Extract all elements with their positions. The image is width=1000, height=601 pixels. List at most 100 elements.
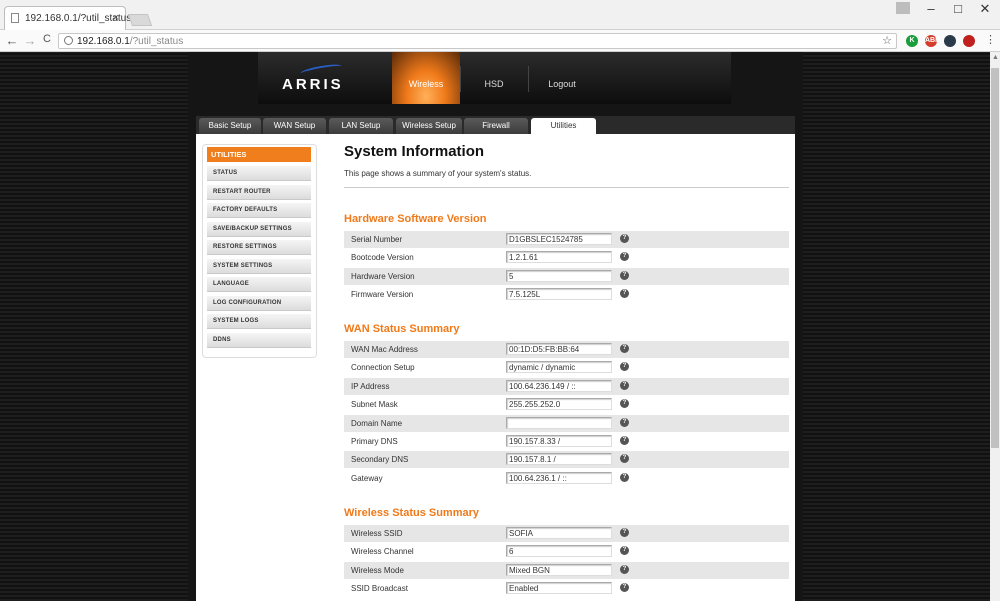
info-icon[interactable]	[64, 36, 73, 45]
info-row: IP Address 100.64.236.149 / ::?	[344, 377, 789, 395]
info-label: Serial Number	[351, 235, 403, 244]
info-row: Serial Number D1GBSLEC1524785?	[344, 231, 789, 248]
sidebar-item-language[interactable]: LANGUAGE	[207, 277, 311, 292]
close-tab-icon[interactable]: ×	[113, 12, 119, 24]
help-icon[interactable]: ?	[620, 270, 629, 280]
forward-button[interactable]: →	[22, 33, 38, 48]
page-scrollbar[interactable]: ▲	[990, 52, 1000, 601]
sidebar-item-restore-settings[interactable]: RESTORE SETTINGS	[207, 240, 311, 255]
info-row: Subnet Mask 255.255.252.0?	[344, 396, 789, 413]
info-value-field: 190.157.8.33 /	[506, 435, 612, 447]
tab-wireless-setup[interactable]: Wireless Setup	[396, 118, 462, 134]
sidebar-item-log-configuration[interactable]: LOG CONFIGURATION	[207, 295, 311, 311]
nav-hsd[interactable]: HSD	[460, 52, 528, 104]
url-text[interactable]: 192.168.0.1/?util_status	[77, 36, 183, 47]
scroll-up-icon[interactable]: ▲	[992, 54, 999, 61]
sidebar-item-factory-defaults[interactable]: FACTORY DEFAULTS	[207, 203, 311, 218]
section-title: Hardware Software Version	[344, 213, 487, 225]
sidebar-item-save-backup-settings[interactable]: SAVE/BACKUP SETTINGS	[207, 221, 311, 237]
background-pattern-right	[803, 52, 990, 601]
back-button[interactable]: ←	[4, 33, 20, 48]
section-title: WAN Status Summary	[344, 323, 460, 335]
info-label: Wireless Mode	[351, 565, 404, 575]
help-icon[interactable]: ?	[620, 583, 629, 593]
sidebar-item-ddns[interactable]: DDNS	[207, 332, 311, 348]
nav-wireless[interactable]: Wireless	[392, 52, 460, 104]
sidebar-item-restart-router[interactable]: RESTART ROUTER	[207, 184, 311, 200]
info-label: Subnet Mask	[351, 400, 398, 410]
browser-titlebar: 192.168.0.1/?util_status × – □ ✕	[0, 0, 1000, 30]
help-icon[interactable]: ?	[620, 564, 629, 574]
close-window-button[interactable]: ✕	[970, 0, 1000, 20]
info-label: Domain Name	[351, 418, 403, 428]
info-value-field: 6	[506, 545, 612, 558]
content-panel: UTILITIES STATUS RESTART ROUTER FACTORY DE…	[196, 134, 795, 601]
info-value-field: 190.157.8.1 /	[506, 453, 612, 466]
browser-toolbar: ← → C 192.168.0.1/?util_status ☆	[0, 30, 1000, 52]
sidebar-item-status[interactable]: STATUS	[207, 166, 311, 181]
info-value-field: D1GBSLEC1524785	[506, 233, 612, 245]
help-icon[interactable]: ?	[620, 417, 629, 427]
address-bar[interactable]: 192.168.0.1/?util_status ☆	[58, 33, 897, 49]
info-label: Gateway	[351, 473, 383, 483]
info-value-field: 100.64.236.1 / ::	[506, 471, 612, 484]
help-icon[interactable]: ?	[620, 252, 629, 262]
info-row: Wireless Mode Mixed BGN?	[344, 561, 789, 579]
tab-firewall[interactable]: Firewall	[464, 118, 528, 134]
help-icon[interactable]: ?	[620, 546, 629, 556]
page-icon	[11, 13, 19, 23]
info-label: Primary DNS	[351, 437, 398, 446]
info-row: Bootcode Version 1.2.1.61?	[344, 249, 789, 266]
info-label: Secondary DNS	[351, 455, 409, 465]
extension-green-icon[interactable]: K	[906, 35, 918, 47]
info-label: Wireless Channel	[351, 547, 414, 557]
reload-button[interactable]: C	[39, 33, 55, 45]
extension-adblock-icon[interactable]: ABP	[925, 35, 940, 47]
help-icon[interactable]: ?	[620, 289, 629, 299]
section-title: Wireless Status Summary	[344, 507, 480, 519]
divider	[344, 187, 789, 188]
info-value-field: 100.64.236.149 / ::	[506, 379, 612, 392]
sidebar-item-system-logs[interactable]: SYSTEM LOGS	[207, 314, 311, 329]
new-tab-button[interactable]	[127, 14, 153, 26]
info-value-field: 00:1D:D5:FB:BB:64	[506, 343, 612, 355]
info-label: WAN Mac Address	[351, 345, 418, 354]
help-icon[interactable]: ?	[620, 436, 629, 445]
main-tabs: Basic Setup WAN Setup LAN Setup Wireless…	[196, 116, 795, 134]
info-row: Secondary DNS 190.157.8.1 /?	[344, 451, 789, 469]
info-row: SSID Broadcast Enabled?	[344, 580, 789, 597]
tab-lan-setup[interactable]: LAN Setup	[329, 118, 393, 134]
nav-logout[interactable]: Logout	[528, 52, 596, 104]
bookmark-star-icon[interactable]: ☆	[882, 34, 892, 47]
scrollbar-thumb[interactable]	[991, 68, 999, 448]
page-viewport: ARRIS Wireless HSD Logout Basic Setup WA…	[0, 52, 990, 601]
info-value-field: 1.2.1.61	[506, 251, 612, 264]
page-title: System Information	[344, 143, 485, 160]
maximize-button[interactable]: □	[943, 0, 973, 20]
help-icon[interactable]: ?	[620, 399, 629, 409]
extension-dark-icon[interactable]	[944, 35, 956, 47]
help-icon[interactable]: ?	[620, 362, 629, 372]
browser-menu-icon[interactable]: ⋮	[985, 33, 996, 46]
minimize-button[interactable]: –	[916, 0, 946, 20]
help-icon[interactable]: ?	[620, 528, 629, 537]
help-icon[interactable]: ?	[620, 380, 629, 390]
tab-wan-setup[interactable]: WAN Setup	[263, 118, 326, 134]
info-label: Hardware Version	[351, 271, 415, 281]
help-icon[interactable]: ?	[620, 344, 629, 353]
tab-basic-setup[interactable]: Basic Setup	[199, 118, 261, 134]
info-label: SSID Broadcast	[351, 584, 408, 594]
info-row: Connection Setup dynamic / dynamic?	[344, 359, 789, 376]
info-value-field: 255.255.252.0	[506, 398, 612, 411]
user-profile-icon[interactable]	[896, 2, 910, 14]
tab-utilities[interactable]: Utilities	[531, 118, 596, 134]
info-row: Primary DNS 190.157.8.33 /?	[344, 433, 789, 450]
help-icon[interactable]: ?	[620, 454, 629, 464]
info-row: Domain Name?	[344, 414, 789, 432]
router-header: ARRIS Wireless HSD Logout	[258, 52, 731, 104]
help-icon[interactable]: ?	[620, 234, 629, 243]
help-icon[interactable]: ?	[620, 472, 629, 482]
browser-tab[interactable]: 192.168.0.1/?util_status ×	[4, 6, 131, 30]
extension-red-icon[interactable]	[963, 35, 975, 47]
sidebar-item-system-settings[interactable]: SYSTEM SETTINGS	[207, 258, 311, 274]
